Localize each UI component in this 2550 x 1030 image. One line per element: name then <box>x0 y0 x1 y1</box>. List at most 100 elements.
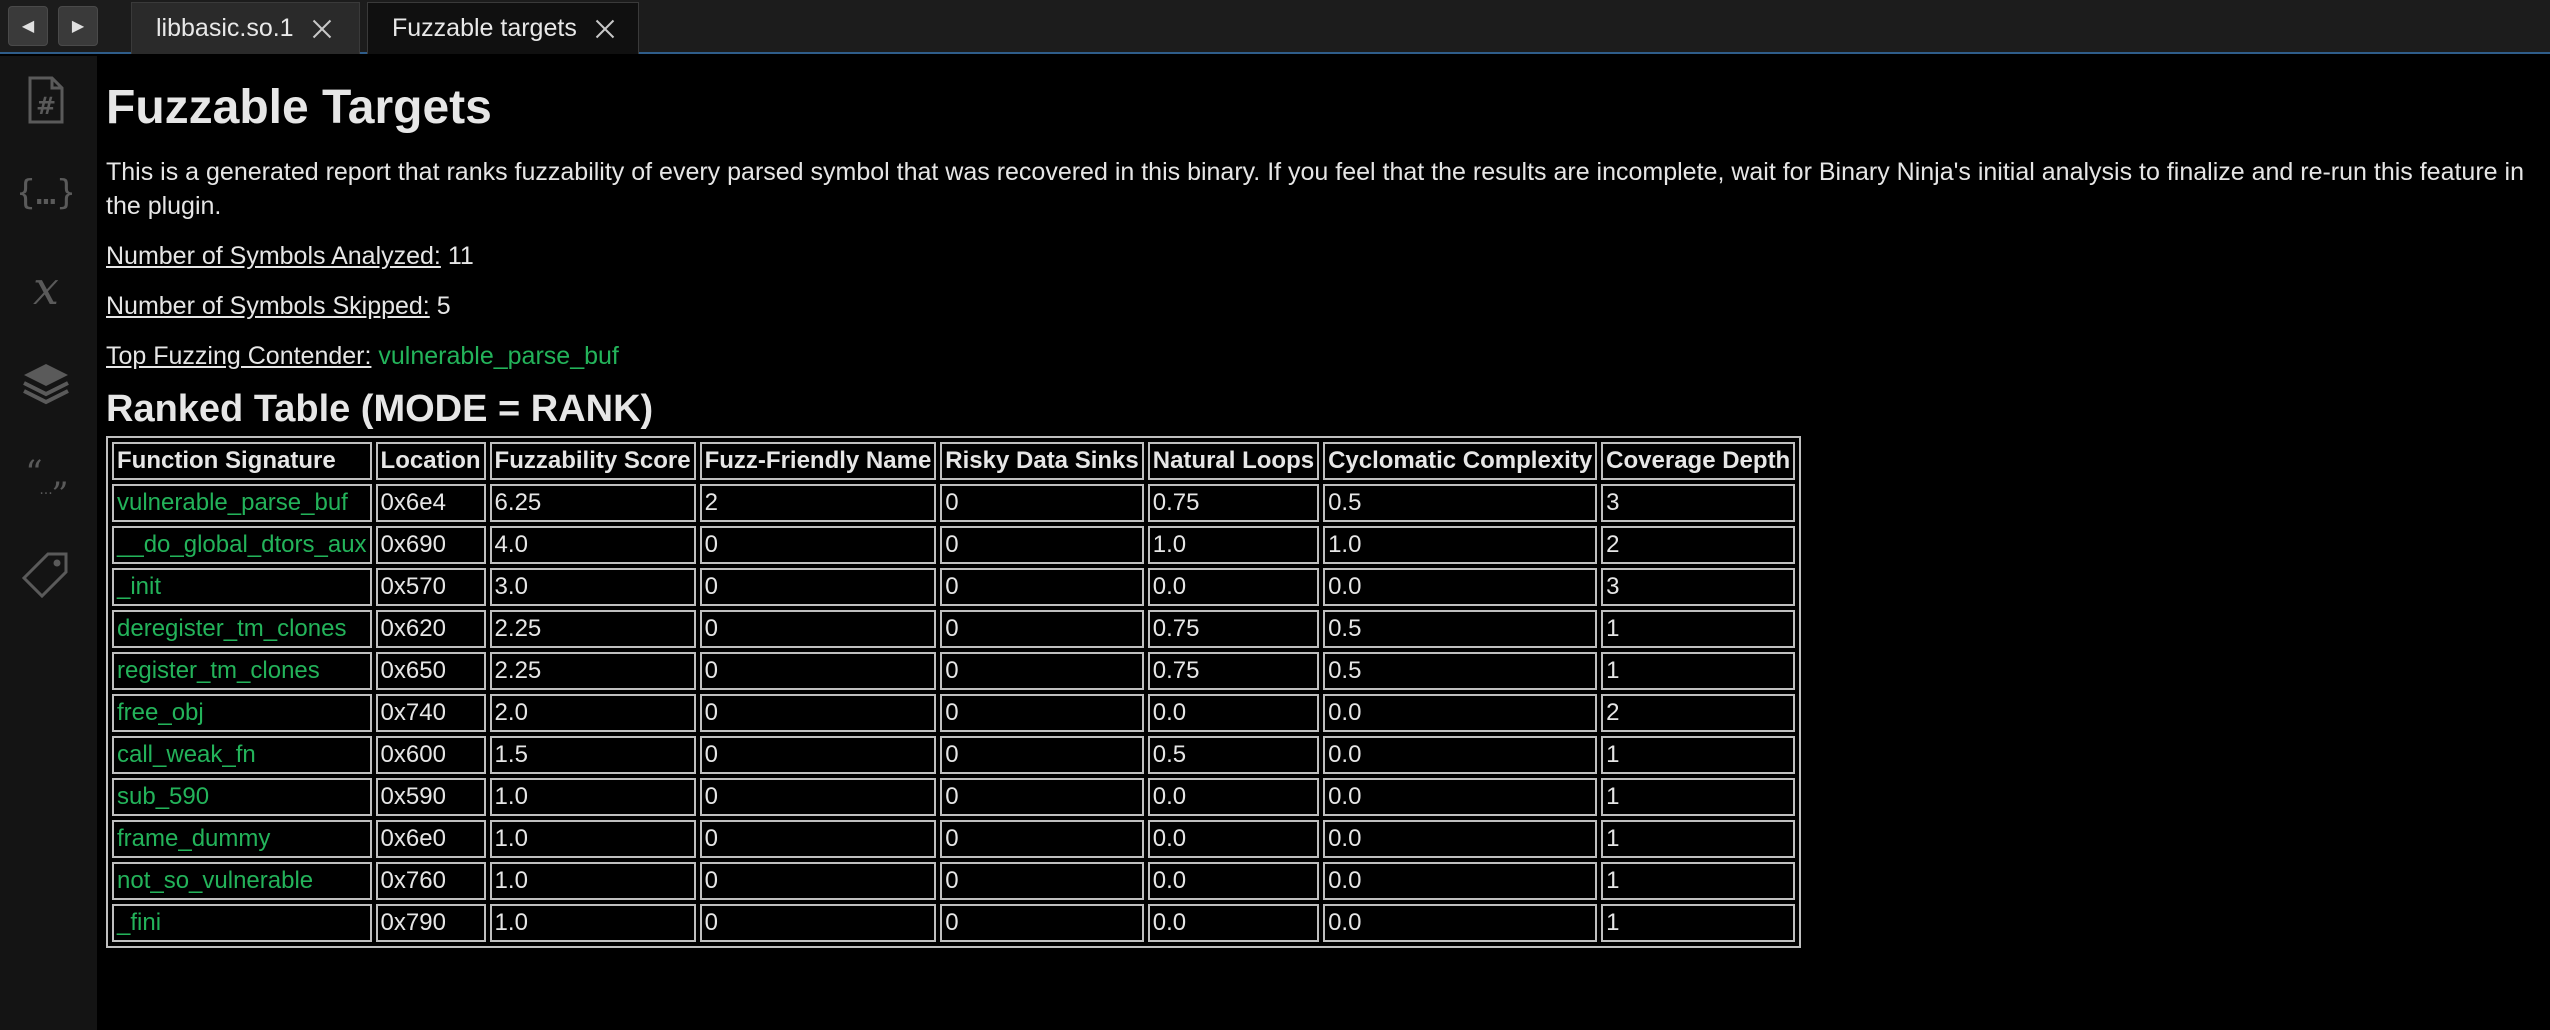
tab-label: libbasic.so.1 <box>156 14 294 42</box>
table-cell: 0 <box>940 610 1144 649</box>
table-cell: 1 <box>1601 736 1796 775</box>
report-description: This is a generated report that ranks fu… <box>106 157 2524 220</box>
table-cell: 1 <box>1601 778 1796 817</box>
table-row: frame_dummy 0x6e0 1.0 0 0 0.0 0.0 1 <box>112 820 1796 859</box>
table-cell: 0.0 <box>1323 904 1598 943</box>
ranked-table-title: Ranked Table (MODE = RANK) <box>106 387 654 430</box>
column-header: Risky Data Sinks <box>940 442 1144 481</box>
svg-text:#: # <box>36 92 56 120</box>
table-cell: 1 <box>1601 862 1796 901</box>
function-link[interactable]: vulnerable_parse_buf <box>112 484 372 523</box>
table-cell: 0x620 <box>375 610 486 649</box>
table-cell: 0.5 <box>1323 484 1598 523</box>
table-cell: 0.75 <box>1147 610 1320 649</box>
svg-text:x: x <box>33 264 59 315</box>
table-cell: 0 <box>940 652 1144 691</box>
table-cell: 0x760 <box>375 862 486 901</box>
table-cell: 0.0 <box>1147 820 1320 859</box>
tab-back-button[interactable]: ◀ <box>8 6 48 46</box>
caret-right-icon: ▶ <box>71 18 85 35</box>
symbols-skipped-value: 5 <box>436 291 451 320</box>
table-cell: 0 <box>699 568 937 607</box>
tab-fuzzable-targets[interactable]: Fuzzable targets <box>367 2 639 54</box>
column-header: Fuzz-Friendly Name <box>699 442 937 481</box>
table-cell: 0.75 <box>1147 652 1320 691</box>
table-header-row: Function Signature Location Fuzzability Sc… <box>112 442 1796 481</box>
table-cell: 0x790 <box>375 904 486 943</box>
table-cell: 1 <box>1601 820 1796 859</box>
table-row: vulnerable_parse_buf 0x6e4 6.25 2 0 0.75 0.5 3 <box>112 484 1796 523</box>
symbols-skipped-label: Number of Symbols Skipped: <box>106 291 430 320</box>
table-body: vulnerable_parse_buf 0x6e4 6.25 2 0 0.75 0.5 3 _… <box>112 484 1796 943</box>
tab-libbasic[interactable]: libbasic.so.1 <box>131 2 360 54</box>
table-cell: 0x6e4 <box>375 484 486 523</box>
quote-icon[interactable]: “ ... ” <box>18 452 74 508</box>
table-cell: 1.0 <box>1147 526 1320 565</box>
hash-icon[interactable]: # <box>18 72 74 128</box>
function-link[interactable]: free_obj <box>112 694 372 733</box>
function-link[interactable]: deregister_tm_clones <box>112 610 372 649</box>
svg-text:”: ” <box>51 475 68 506</box>
function-link[interactable]: __do_global_dtors_aux <box>112 526 372 565</box>
sidebar: # {…} x “ ... ” <box>0 56 97 1030</box>
top-contender-link[interactable]: vulnerable_parse_buf <box>378 342 618 370</box>
table-cell: 0 <box>940 820 1144 859</box>
close-icon[interactable] <box>310 17 334 41</box>
function-link[interactable]: frame_dummy <box>112 820 372 859</box>
function-link[interactable]: _init <box>112 568 372 607</box>
column-header: Cyclomatic Complexity <box>1323 442 1598 481</box>
table-cell: 0 <box>940 904 1144 943</box>
column-header: Fuzzability Score <box>489 442 696 481</box>
table-row: _fini 0x790 1.0 0 0 0.0 0.0 1 <box>112 904 1796 943</box>
table-cell: 0.5 <box>1323 652 1598 691</box>
function-link[interactable]: call_weak_fn <box>112 736 372 775</box>
table-cell: 0.5 <box>1147 736 1320 775</box>
table-cell: 2.25 <box>489 652 696 691</box>
symbols-analyzed-label: Number of Symbols Analyzed: <box>106 241 441 270</box>
table-cell: 0 <box>699 736 937 775</box>
table-cell: 0 <box>940 568 1144 607</box>
top-contender-label: Top Fuzzing Contender: <box>106 341 372 370</box>
table-cell: 1 <box>1601 904 1796 943</box>
variable-icon[interactable]: x <box>18 262 74 318</box>
column-header: Coverage Depth <box>1601 442 1796 481</box>
column-header: Function Signature <box>112 442 372 481</box>
column-header: Natural Loops <box>1147 442 1320 481</box>
caret-left-icon: ◀ <box>21 18 35 35</box>
table-cell: 1.5 <box>489 736 696 775</box>
layers-icon[interactable] <box>18 356 74 412</box>
table-cell: 0 <box>699 694 937 733</box>
table-cell: 0.0 <box>1323 820 1598 859</box>
symbols-analyzed-value: 11 <box>447 241 474 270</box>
table-cell: 3 <box>1601 484 1796 523</box>
tag-icon[interactable] <box>18 546 74 602</box>
braces-icon[interactable]: {…} <box>18 164 74 220</box>
table-cell: 2.25 <box>489 610 696 649</box>
table-cell: 3.0 <box>489 568 696 607</box>
function-link[interactable]: register_tm_clones <box>112 652 372 691</box>
table-cell: 0.0 <box>1323 778 1598 817</box>
function-link[interactable]: _fini <box>112 904 372 943</box>
column-header: Location <box>375 442 486 481</box>
table-cell: 0.5 <box>1323 610 1598 649</box>
svg-text:{…}: {…} <box>20 173 72 213</box>
table-row: __do_global_dtors_aux 0x690 4.0 0 0 1.0 1.0 2 <box>112 526 1796 565</box>
table-cell: 0 <box>940 694 1144 733</box>
table-cell: 1.0 <box>489 862 696 901</box>
function-link[interactable]: sub_590 <box>112 778 372 817</box>
table-cell: 0x6e0 <box>375 820 486 859</box>
close-icon[interactable] <box>593 17 617 41</box>
table-cell: 1.0 <box>489 820 696 859</box>
tab-forward-button[interactable]: ▶ <box>58 6 98 46</box>
table-cell: 3 <box>1601 568 1796 607</box>
table-row: call_weak_fn 0x600 1.5 0 0 0.5 0.0 1 <box>112 736 1796 775</box>
table-cell: 2 <box>1601 694 1796 733</box>
table-cell: 0 <box>940 736 1144 775</box>
table-cell: 0.0 <box>1323 694 1598 733</box>
function-link[interactable]: not_so_vulnerable <box>112 862 372 901</box>
table-cell: 0 <box>940 778 1144 817</box>
table-cell: 0.0 <box>1147 904 1320 943</box>
ranked-table: Function Signature Location Fuzzability Sc… <box>106 436 1802 949</box>
table-cell: 0.0 <box>1147 778 1320 817</box>
table-cell: 0 <box>699 652 937 691</box>
